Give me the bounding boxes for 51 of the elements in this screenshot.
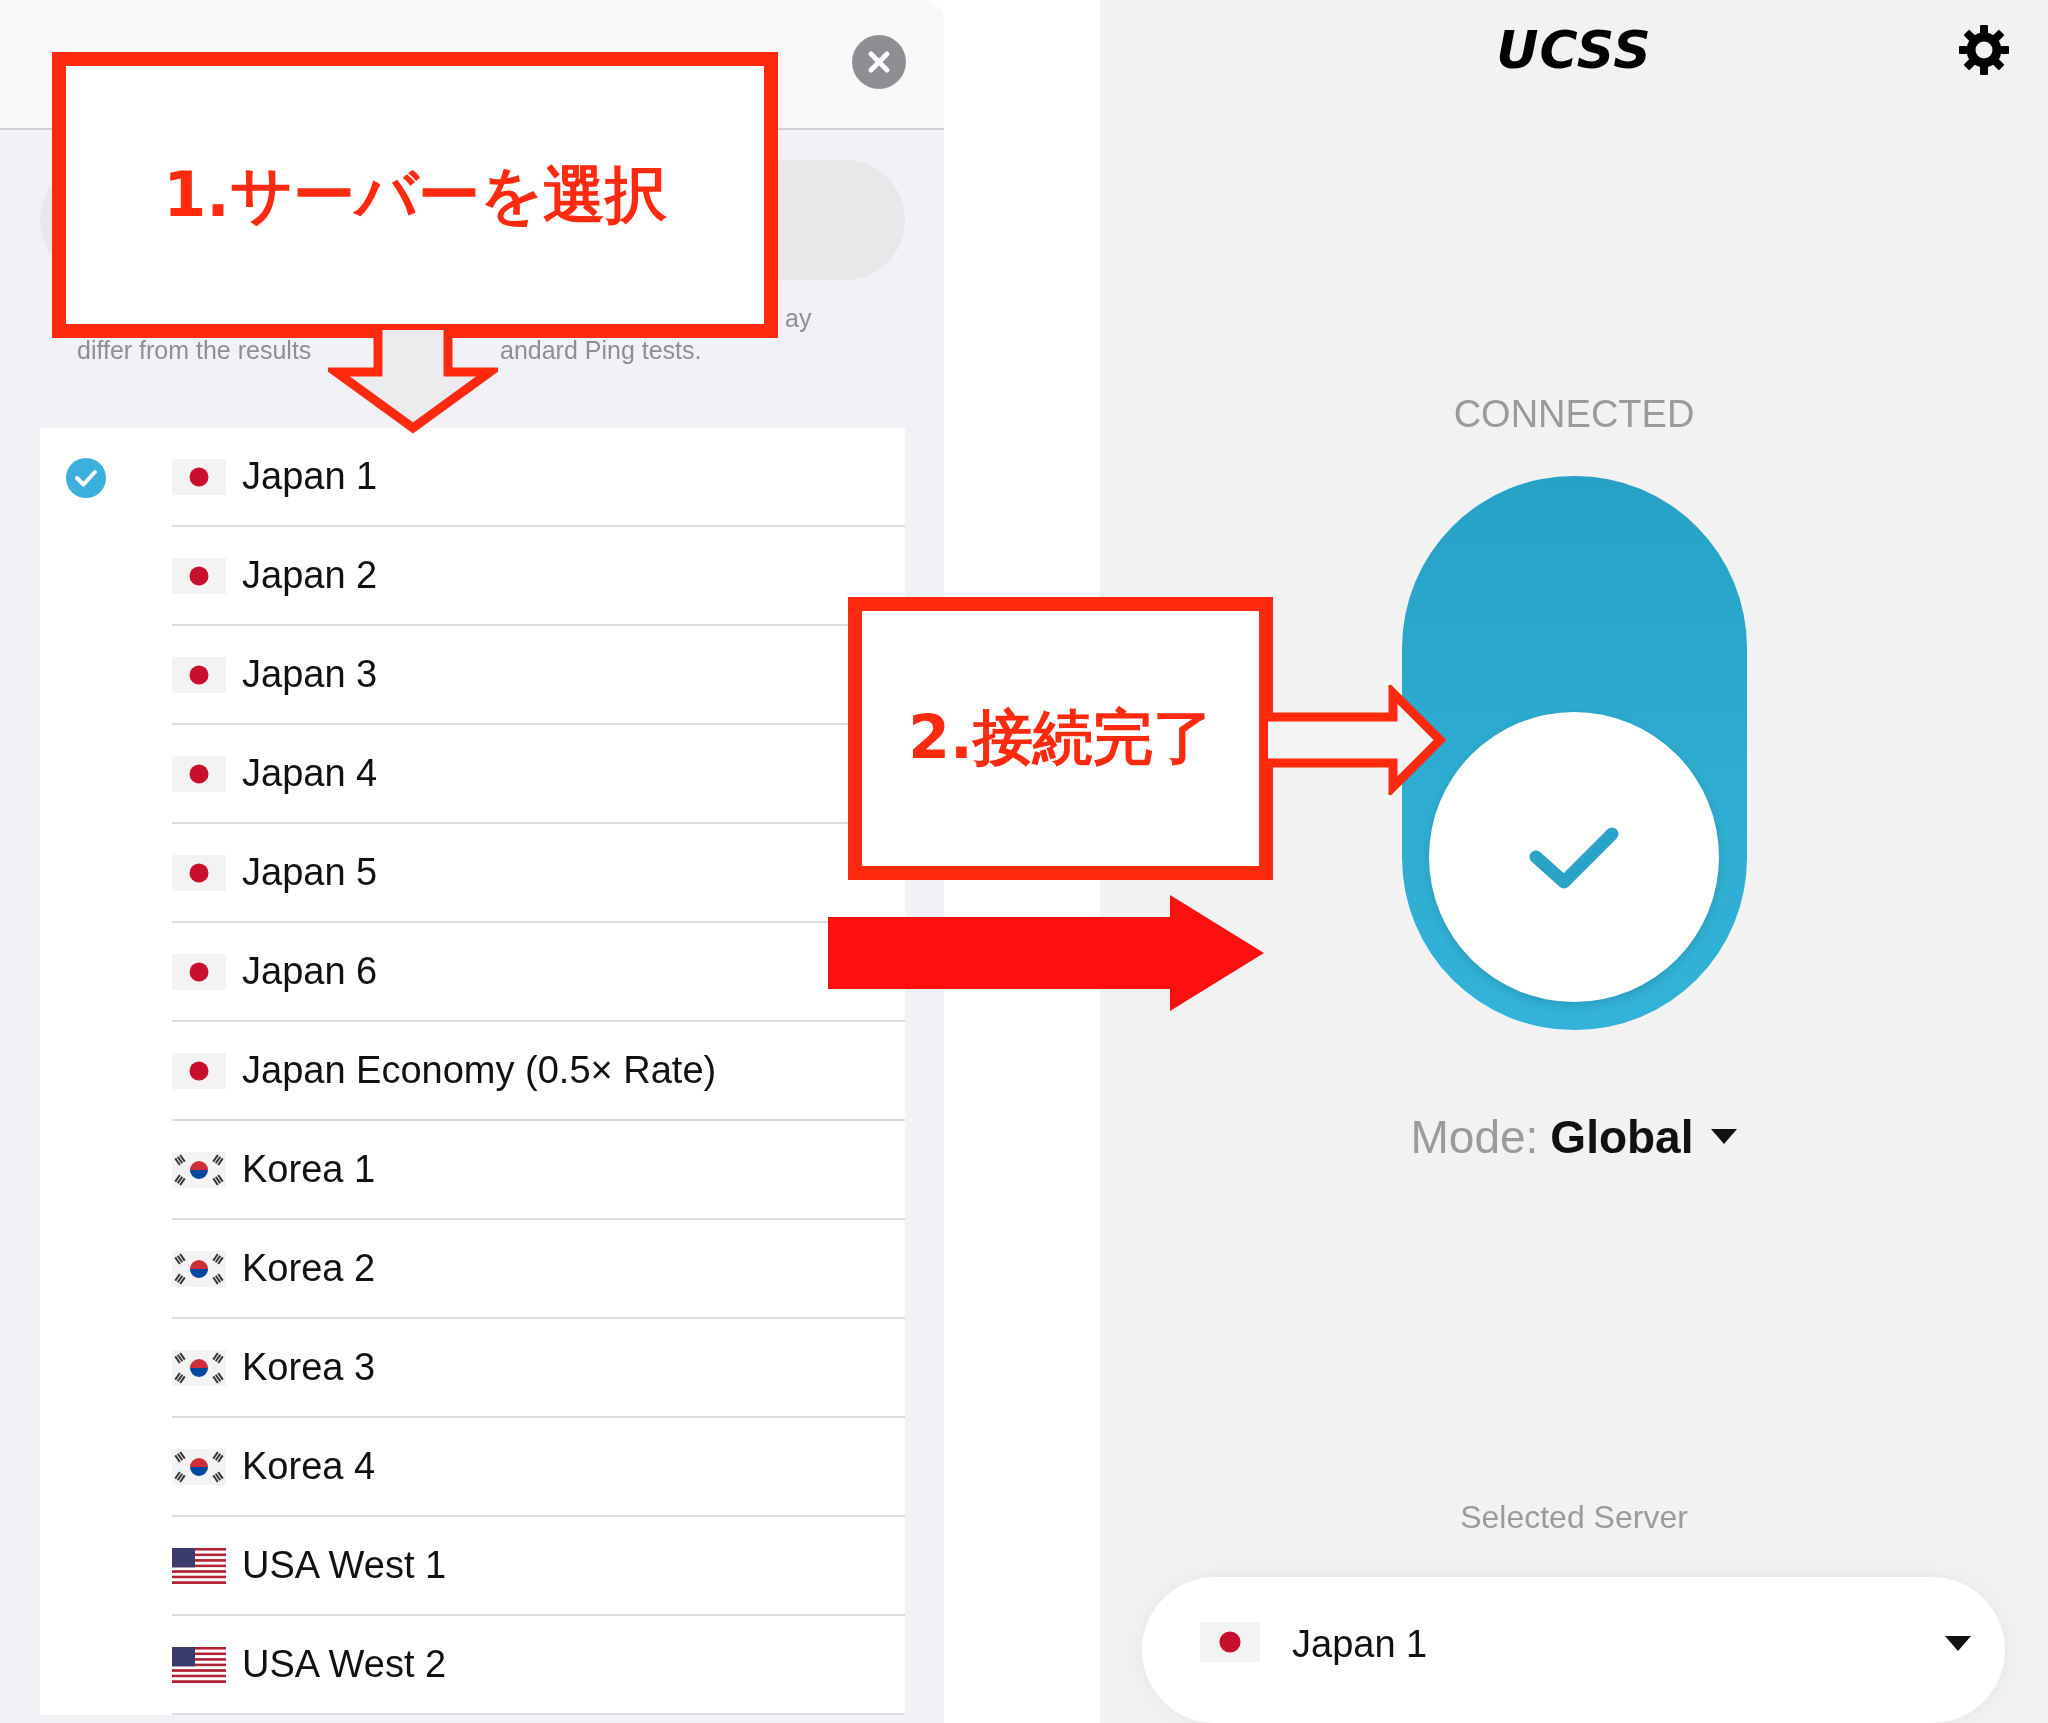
flag-icon	[172, 1052, 226, 1089]
flag-icon	[172, 1646, 226, 1683]
server-name: Japan 3	[242, 653, 378, 696]
flag-icon	[172, 755, 226, 792]
note-text: ay	[785, 304, 812, 332]
server-item[interactable]: Korea 3	[40, 1319, 905, 1418]
annotation-tooltip: 1.サーバーを選択	[52, 52, 778, 338]
flag-icon	[172, 656, 226, 693]
flag-icon	[172, 854, 226, 891]
note-text: andard Ping tests.	[500, 335, 702, 366]
server-item[interactable]: Korea 2	[40, 1220, 905, 1319]
server-item[interactable]: Japan Economy (0.5× Rate)	[40, 1022, 905, 1121]
server-name: Japan 5	[242, 851, 378, 894]
server-name: Korea 3	[242, 1346, 376, 1389]
server-item[interactable]: USA West 1	[40, 1517, 905, 1616]
server-name: Korea 1	[242, 1148, 376, 1191]
flag-icon	[1200, 1622, 1260, 1663]
server-item[interactable]: Korea 4	[40, 1418, 905, 1517]
checkmark-icon	[66, 457, 106, 498]
server-name: USA West 2	[242, 1643, 447, 1686]
flag-icon	[172, 458, 226, 495]
mode-label: Mode:	[1410, 1110, 1539, 1165]
server-item[interactable]: USA West 2	[40, 1616, 905, 1715]
connection-status: CONNECTED	[1453, 391, 1695, 436]
server-name: Korea 2	[242, 1247, 376, 1290]
server-selector[interactable]: Japan 1	[1142, 1577, 2005, 1723]
section-label: Selected Server	[1460, 1498, 1688, 1538]
flag-icon	[172, 953, 226, 990]
server-name: Japan Economy (0.5× Rate)	[242, 1049, 717, 1092]
caret-icon[interactable]	[1711, 1129, 1738, 1146]
flag-icon	[172, 1250, 226, 1287]
flag-icon	[172, 1349, 226, 1386]
note-text: differ from the results	[77, 335, 313, 366]
server-name: Japan 4	[242, 752, 378, 795]
mode-dropdown[interactable]: Global	[1550, 1110, 1694, 1165]
server-item[interactable]: Japan 1	[40, 428, 905, 527]
server-name: USA West 1	[242, 1544, 447, 1587]
settings-icon[interactable]	[1958, 24, 2010, 77]
server-name: Japan 1	[1292, 1622, 1428, 1667]
flag-icon	[172, 1547, 226, 1584]
server-name: Japan 6	[242, 950, 378, 993]
flag-icon	[172, 1151, 226, 1188]
app-logo: UCSS	[1496, 20, 1652, 81]
flag-icon	[172, 1448, 226, 1485]
caret-icon	[1945, 1636, 1971, 1653]
server-name: Japan 1	[242, 455, 378, 498]
close-icon[interactable]	[852, 35, 906, 89]
server-item[interactable]: Korea 1	[40, 1121, 905, 1220]
server-name: Korea 4	[242, 1445, 376, 1488]
server-name: Japan 2	[242, 554, 378, 597]
flag-icon	[172, 557, 226, 594]
